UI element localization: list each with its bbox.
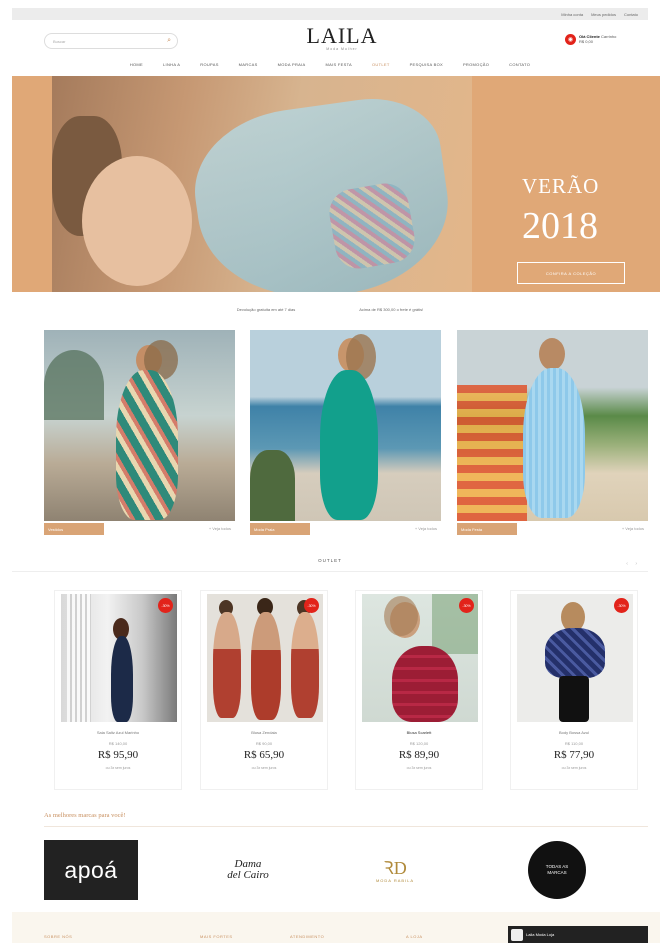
product-old-price: R$ 110,00 (564, 741, 584, 746)
all-brands-button[interactable]: TODAS AS MARCAS (528, 841, 586, 899)
product-image[interactable]: -30% (61, 594, 177, 722)
hero-face-shape (82, 156, 192, 286)
nav-item-outlet[interactable]: OUTLET (372, 62, 390, 74)
product-name[interactable]: Body Bossa Azul (511, 730, 637, 735)
site-logo[interactable]: LAILA Moda Mulher (302, 23, 382, 52)
discount-badge: -30% (459, 598, 474, 613)
product-old-price: R$ 90,00 (255, 741, 273, 746)
top-utility-bar: Minha conta Meus pedidos Contato (12, 8, 648, 20)
see-all-link[interactable]: + Veja todos (622, 526, 644, 531)
nav-item-contato[interactable]: CONTATO (509, 62, 530, 74)
search-placeholder: Buscar (53, 38, 66, 44)
brand-moda-text: MODA RABILA (375, 877, 415, 883)
product-installments: ou 3x sem juros (406, 766, 432, 770)
product-name[interactable]: Saia Saltz Azul Marinho (55, 730, 181, 735)
returns-info: Devolução gratuita em até 7 dias (236, 307, 296, 312)
cart-total: R$ 0,00 (579, 39, 594, 44)
my-account-link[interactable]: Minha conta (561, 12, 583, 17)
my-orders-link[interactable]: Meus pedidos (591, 12, 616, 17)
account-cart[interactable]: ◉ Olá Cliente Carrinho R$ 0,00 (565, 34, 616, 45)
footer-col-support[interactable]: ATENDIMENTO (290, 934, 324, 939)
category-image[interactable] (44, 330, 235, 521)
outlet-title-text: OUTLET (318, 558, 342, 563)
hero-banner[interactable]: VERÃO 2018 CONFIRA A COLEÇÃO (12, 76, 660, 292)
search-icon[interactable]: ⌕ (167, 37, 171, 45)
hero-pattern-shape (325, 179, 419, 273)
contact-link[interactable]: Contato (624, 12, 638, 17)
brand-dama-line2: del Cairo (227, 869, 269, 881)
nav-item-home[interactable]: HOME (130, 62, 143, 74)
product-old-price: R$ 120,00 (409, 741, 429, 746)
main-nav: HOME LINHA A ROUPAS MARCAS MODA PRAIA MA… (12, 62, 648, 74)
nav-item-pesquisa[interactable]: PESQUISA BOX (410, 62, 443, 74)
product-card[interactable]: -30% Body Bossa Azul R$ 110,00 R$ 77,90 … (510, 590, 638, 790)
product-name[interactable]: Blusa Scarlett (356, 730, 482, 735)
see-all-link[interactable]: + Veja todos (209, 526, 231, 531)
footer-col-about[interactable]: SOBRE NÓS (44, 934, 72, 939)
hero-title-line2: 2018 (522, 205, 598, 247)
brand-moda-monogram: ꝚD (383, 857, 407, 878)
see-all-link[interactable]: + Veja todos (415, 526, 437, 531)
category-label[interactable]: Moda Festa (457, 523, 517, 535)
category-label[interactable]: Vestidos (44, 523, 104, 535)
product-installments: ou 3x sem juros (105, 766, 131, 770)
product-card[interactable]: -30% Blusa Zendaia R$ 90,00 R$ 65,90 ou … (200, 590, 328, 790)
nav-item-linha[interactable]: LINHA A (163, 62, 180, 74)
product-installments: ou 3x sem juros (561, 766, 587, 770)
product-price: R$ 95,90 (97, 749, 139, 761)
logo-name: LAILA (306, 23, 378, 48)
category-image[interactable] (457, 330, 648, 521)
product-card[interactable]: -30% Blusa Scarlett R$ 120,00 R$ 89,90 o… (355, 590, 483, 790)
all-brands-line2: MARCAS (547, 870, 567, 875)
category-tile-moda-praia[interactable]: Moda Praia + Veja todos (250, 330, 441, 541)
product-old-price: R$ 140,00 (108, 741, 128, 746)
category-tile-moda-festa[interactable]: Moda Festa + Veja todos (457, 330, 648, 541)
product-price: R$ 65,90 (243, 749, 285, 761)
product-image[interactable]: -30% (207, 594, 323, 722)
carousel-arrows[interactable]: ‹ › (626, 561, 640, 567)
product-installments: ou 3x sem juros (251, 766, 277, 770)
nav-item-moda-praia[interactable]: MODA PRAIA (278, 62, 306, 74)
brands-divider (44, 826, 648, 827)
site-header: Buscar ⌕ LAILA Moda Mulher ◉ Olá Cliente… (12, 20, 648, 58)
nav-item-marcas[interactable]: MARCAS (239, 62, 258, 74)
nav-item-roupas[interactable]: ROUPAS (200, 62, 218, 74)
hero-title-line1: VERÃO (522, 174, 600, 198)
account-text: Olá Cliente Carrinho R$ 0,00 (579, 34, 616, 44)
facebook-page-name[interactable]: Laila Moda Loja (526, 932, 554, 937)
search-input[interactable]: Buscar ⌕ (44, 33, 178, 49)
brand-logo-apoa[interactable]: apoá (44, 840, 138, 900)
footer-col-store[interactable]: A LOJA (406, 934, 423, 939)
product-name[interactable]: Blusa Zendaia (201, 730, 327, 735)
category-label[interactable]: Moda Praia (250, 523, 310, 535)
footer-col-2[interactable]: MAIS FORTES (200, 934, 233, 939)
brand-logo-moda-rabila[interactable]: ꝚD MODA RABILA (350, 840, 440, 900)
free-shipping-info: Acima de R$ 300,00 o frete é grátis! (359, 307, 424, 312)
product-price: R$ 89,90 (398, 749, 440, 761)
product-image[interactable]: -30% (517, 594, 633, 722)
cart-label: Carrinho (601, 34, 617, 39)
discount-badge: -30% (614, 598, 629, 613)
brand-apoa-text: apoá (64, 856, 118, 883)
product-image[interactable]: -30% (362, 594, 478, 722)
category-image[interactable] (250, 330, 441, 521)
brand-logo-dama-del-cairo[interactable]: Dama del Cairo (206, 840, 290, 900)
category-tile-vestidos[interactable]: Vestidos + Veja todos (44, 330, 235, 541)
nav-item-promocao[interactable]: PROMOÇÃO (463, 62, 489, 74)
brands-title: As melhores marcas para você! (44, 812, 126, 819)
discount-badge: -30% (304, 598, 319, 613)
product-price: R$ 77,90 (553, 749, 595, 761)
product-card[interactable]: -30% Saia Saltz Azul Marinho R$ 140,00 R… (54, 590, 182, 790)
facebook-widget[interactable]: Laila Moda Loja (508, 926, 648, 943)
facebook-avatar (511, 928, 523, 941)
outlet-section-title: OUTLET ‹ › (12, 558, 648, 572)
nav-item-mais-festa[interactable]: MAIS FESTA (326, 62, 352, 74)
hero-cta-button[interactable]: CONFIRA A COLEÇÃO (517, 262, 625, 284)
cart-icon[interactable]: ◉ (565, 34, 576, 45)
discount-badge: -30% (158, 598, 173, 613)
shipping-info: Devolução gratuita em até 7 dias Acima d… (12, 307, 648, 317)
